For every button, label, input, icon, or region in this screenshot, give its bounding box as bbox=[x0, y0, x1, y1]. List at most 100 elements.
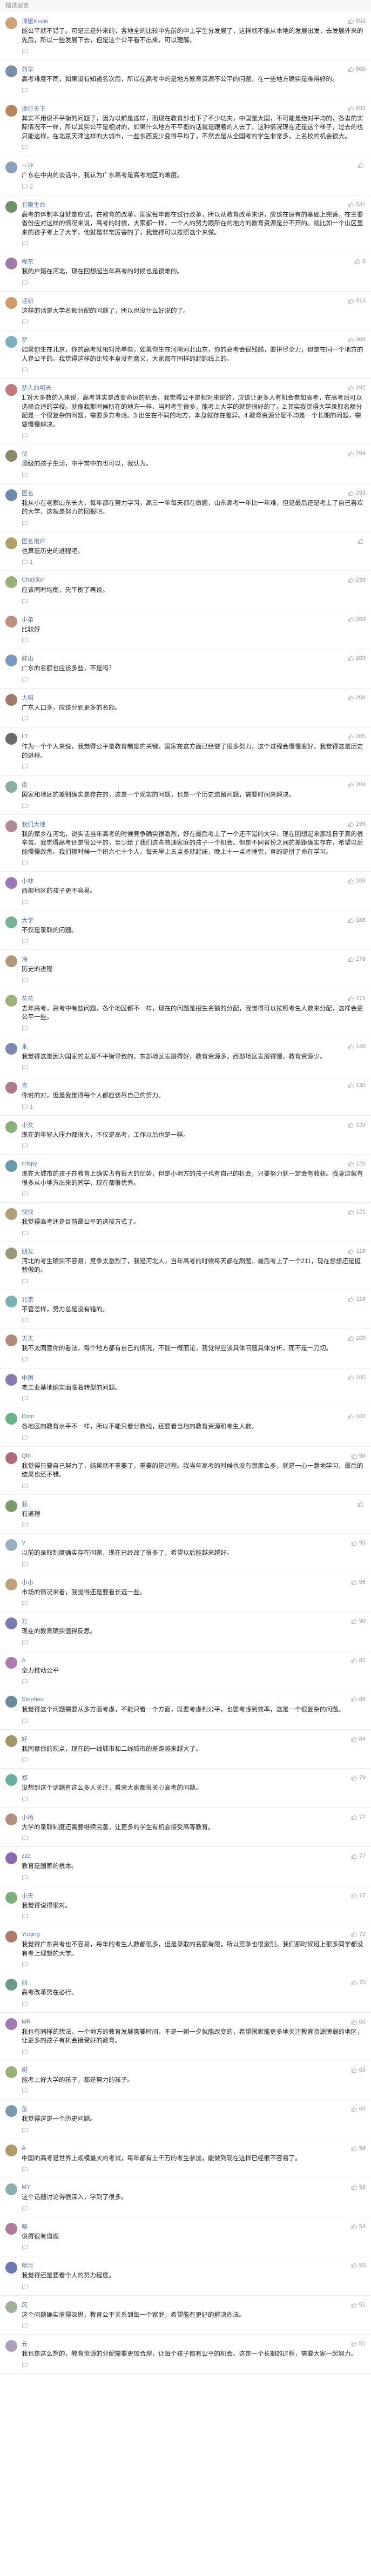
like-button[interactable]: 239 bbox=[348, 577, 366, 583]
username[interactable]: 梦 bbox=[22, 335, 28, 344]
avatar[interactable] bbox=[5, 877, 17, 889]
like-button[interactable]: 126 bbox=[348, 1122, 366, 1128]
like-button[interactable]: 306 bbox=[348, 336, 366, 343]
like-button[interactable]: 77 bbox=[351, 1814, 366, 1820]
reply-button[interactable] bbox=[22, 938, 30, 945]
avatar[interactable] bbox=[5, 1774, 17, 1786]
username[interactable]: 鱼 bbox=[22, 2105, 28, 2113]
reply-button[interactable] bbox=[22, 899, 30, 906]
reply-button[interactable]: 1 bbox=[22, 1104, 33, 1110]
reply-button[interactable] bbox=[22, 87, 30, 94]
like-button[interactable]: 297 bbox=[348, 385, 366, 391]
like-button[interactable]: 102 bbox=[348, 1413, 366, 1420]
reply-button[interactable] bbox=[22, 367, 30, 373]
reply-button[interactable] bbox=[22, 1640, 30, 1646]
like-button[interactable]: 130 bbox=[348, 1082, 366, 1089]
reply-button[interactable] bbox=[22, 860, 30, 866]
like-button[interactable]: 293 bbox=[348, 490, 366, 496]
reply-button[interactable] bbox=[22, 280, 30, 286]
reply-button[interactable] bbox=[22, 433, 30, 439]
like-button[interactable]: 70 bbox=[351, 1979, 366, 1986]
username[interactable]: 梦人的明天 bbox=[22, 383, 51, 392]
like-button[interactable]: 66 bbox=[351, 2019, 366, 2025]
username[interactable]: 大学 bbox=[22, 916, 33, 925]
avatar[interactable] bbox=[5, 1979, 17, 1991]
like-button[interactable]: 209 bbox=[348, 655, 366, 662]
like-button[interactable]: 77 bbox=[351, 1853, 366, 1859]
avatar[interactable] bbox=[5, 2144, 17, 2156]
reply-button[interactable] bbox=[22, 1191, 30, 1197]
reply-button[interactable] bbox=[22, 1561, 30, 1568]
like-button[interactable] bbox=[357, 538, 366, 544]
avatar[interactable] bbox=[5, 1247, 17, 1259]
avatar[interactable] bbox=[5, 2262, 17, 2274]
like-button[interactable]: 72 bbox=[351, 1892, 366, 1899]
avatar[interactable] bbox=[5, 1931, 17, 1943]
username[interactable]: crispy bbox=[22, 1161, 37, 1167]
avatar[interactable] bbox=[5, 733, 17, 745]
avatar[interactable] bbox=[5, 1334, 17, 1346]
username[interactable]: 大明 bbox=[22, 693, 33, 702]
avatar[interactable] bbox=[5, 1696, 17, 1708]
reply-button[interactable] bbox=[22, 1317, 30, 1324]
reply-button[interactable] bbox=[22, 1357, 30, 1363]
username[interactable]: 刘华 bbox=[22, 65, 33, 73]
avatar[interactable] bbox=[5, 65, 17, 77]
reply-button[interactable] bbox=[22, 803, 30, 810]
avatar[interactable] bbox=[5, 693, 17, 706]
reply-button[interactable] bbox=[22, 2049, 30, 2055]
avatar[interactable] bbox=[5, 1735, 17, 1747]
username[interactable]: V bbox=[22, 1540, 25, 1546]
username[interactable]: 小天 bbox=[22, 1891, 33, 1900]
reply-button[interactable] bbox=[22, 716, 30, 722]
username[interactable]: 中国 bbox=[22, 1373, 33, 1382]
username[interactable]: 花花 bbox=[22, 994, 33, 1003]
avatar[interactable] bbox=[5, 258, 17, 269]
username[interactable]: Chatillon bbox=[22, 577, 45, 583]
reply-button[interactable] bbox=[22, 1143, 30, 1149]
reply-button[interactable] bbox=[22, 2284, 30, 2290]
like-button[interactable]: 105 bbox=[348, 1374, 366, 1381]
avatar[interactable] bbox=[5, 1578, 17, 1590]
like-button[interactable]: 294 bbox=[348, 450, 366, 457]
username[interactable]: 匿名 bbox=[22, 489, 33, 497]
like-button[interactable]: 209 bbox=[348, 616, 366, 623]
username[interactable]: 风 bbox=[22, 2301, 28, 2309]
avatar[interactable] bbox=[5, 104, 17, 117]
username[interactable]: 云 bbox=[22, 2339, 28, 2348]
reply-button[interactable] bbox=[22, 2323, 30, 2329]
avatar[interactable] bbox=[5, 2183, 17, 2195]
username[interactable]: 快快 bbox=[22, 1208, 33, 1216]
reply-button[interactable] bbox=[22, 472, 30, 478]
username[interactable]: 明月 bbox=[22, 2261, 33, 2270]
reply-button[interactable] bbox=[22, 2088, 30, 2094]
username[interactable]: 天天 bbox=[22, 1334, 33, 1343]
avatar[interactable] bbox=[5, 1891, 17, 1904]
avatar[interactable] bbox=[5, 820, 17, 832]
like-button[interactable]: 126 bbox=[348, 1161, 366, 1167]
avatar[interactable] bbox=[5, 2066, 17, 2078]
username[interactable]: 万 bbox=[22, 1617, 28, 1626]
reply-button[interactable] bbox=[22, 1757, 30, 1763]
like-button[interactable]: 58 bbox=[351, 2184, 366, 2190]
like-button[interactable]: 54 bbox=[351, 2223, 366, 2230]
avatar[interactable] bbox=[5, 200, 17, 213]
reply-button[interactable] bbox=[22, 1678, 30, 1685]
avatar[interactable] bbox=[5, 781, 17, 793]
like-button[interactable]: 63 bbox=[351, 2067, 366, 2073]
reply-button[interactable] bbox=[22, 1600, 30, 1607]
like-button[interactable]: 84 bbox=[351, 1736, 366, 1742]
avatar[interactable] bbox=[5, 2222, 17, 2235]
reply-button[interactable] bbox=[22, 977, 30, 984]
avatar[interactable] bbox=[5, 161, 17, 173]
reply-button[interactable] bbox=[22, 2206, 30, 2212]
username[interactable]: 言 bbox=[22, 1081, 28, 1090]
reply-button[interactable] bbox=[22, 240, 30, 247]
like-button[interactable]: 53 bbox=[351, 2262, 366, 2269]
like-button[interactable]: 208 bbox=[348, 694, 366, 701]
username[interactable]: A bbox=[22, 2145, 25, 2152]
reply-button[interactable] bbox=[22, 677, 30, 683]
like-button[interactable]: 51 bbox=[351, 2302, 366, 2308]
like-button[interactable] bbox=[357, 1501, 366, 1507]
like-button[interactable]: 95 bbox=[351, 1540, 366, 1546]
